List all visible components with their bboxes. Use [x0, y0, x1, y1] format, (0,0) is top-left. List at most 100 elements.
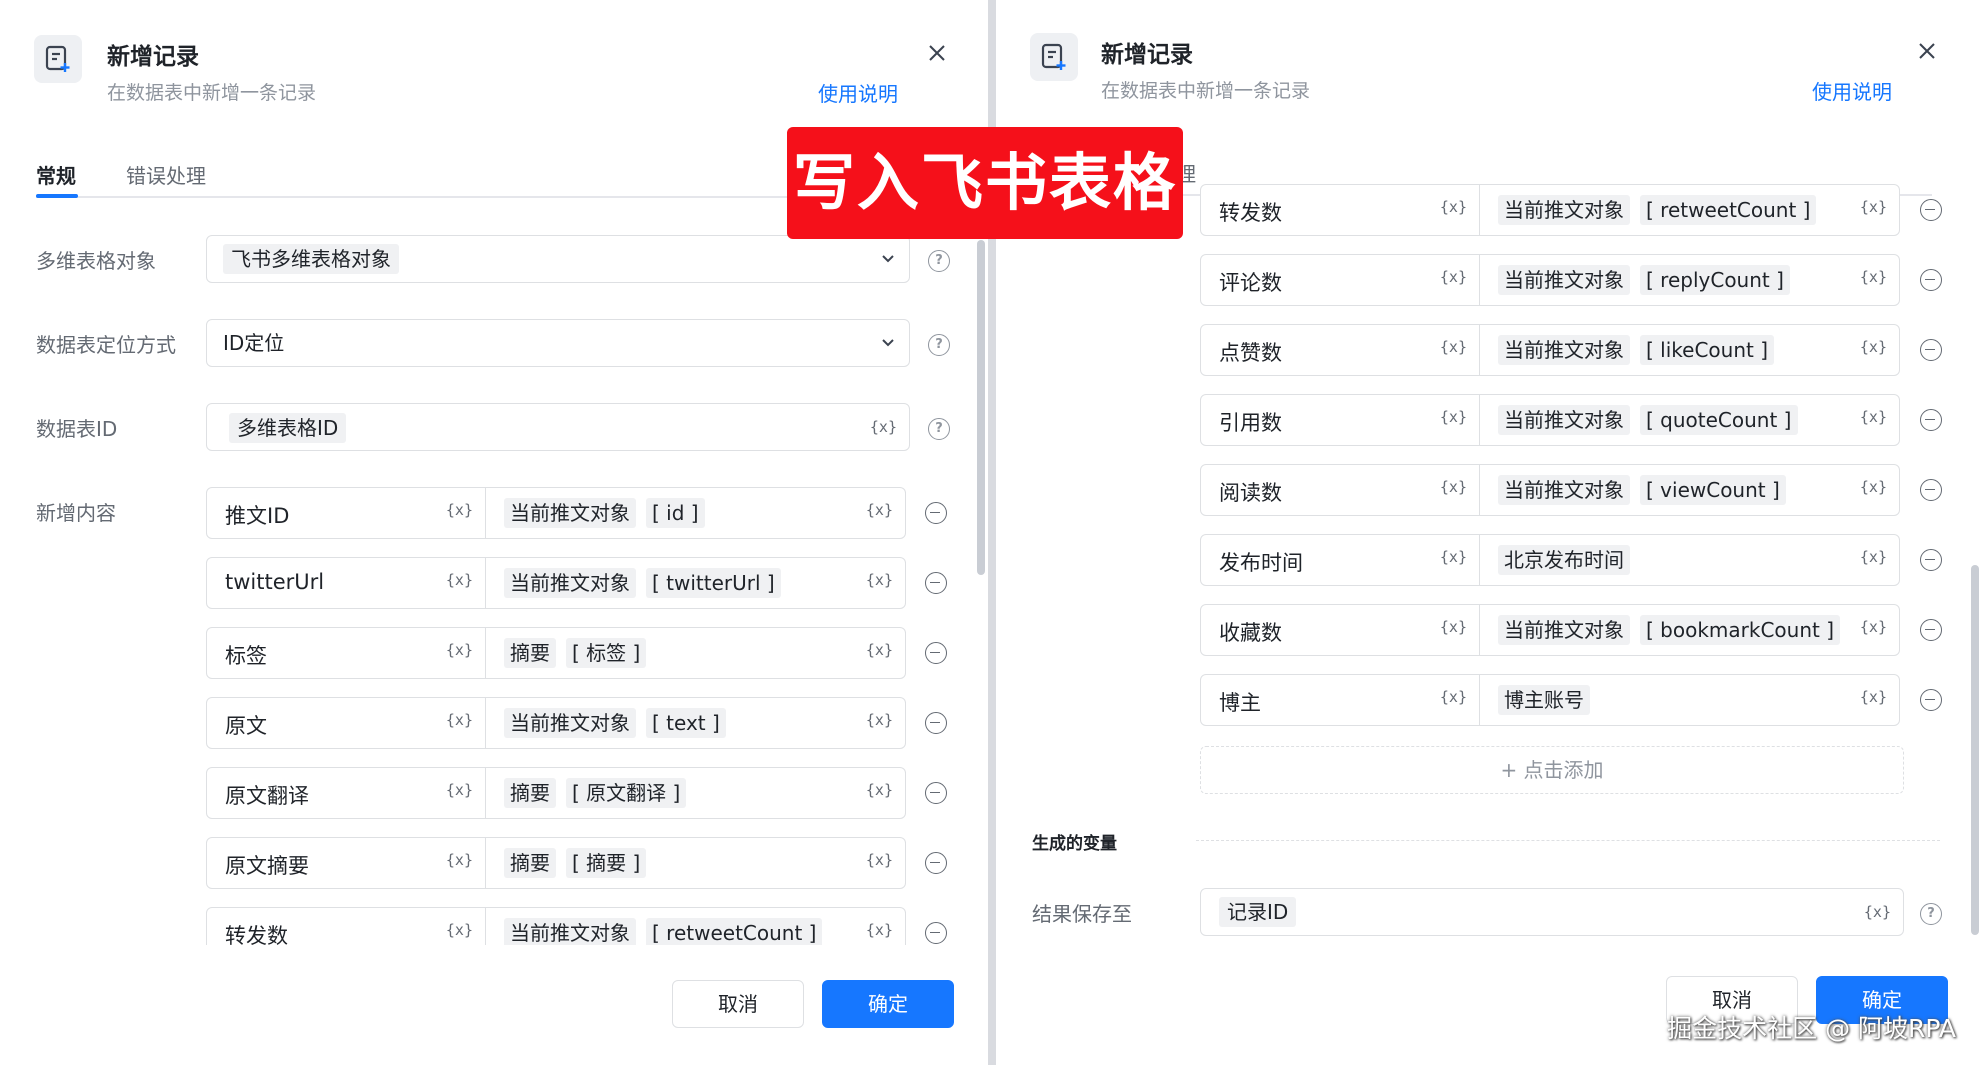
- variable-icon[interactable]: {x}: [1440, 198, 1467, 216]
- help-icon[interactable]: ?: [1920, 903, 1942, 925]
- field-name-input[interactable]: 原文翻译 {x}: [206, 767, 486, 819]
- scrollbar[interactable]: [977, 240, 985, 575]
- table-row: 评论数 {x} 当前推文对象 [ replyCount ] {x}: [1200, 254, 1904, 306]
- field-value-input[interactable]: 当前推文对象 [ viewCount ] {x}: [1480, 464, 1900, 516]
- field-value-input[interactable]: 当前推文对象 [ twitterUrl ] {x}: [486, 557, 906, 609]
- table-row: 原文 {x} 当前推文对象 [ text ] {x}: [206, 697, 910, 749]
- locate-method-select[interactable]: ID定位: [206, 319, 910, 367]
- remove-row-icon[interactable]: [1920, 619, 1942, 641]
- variable-icon[interactable]: {x}: [1440, 688, 1467, 706]
- variable-icon[interactable]: {x}: [446, 711, 473, 729]
- field-value-input[interactable]: 摘要 [ 标签 ] {x}: [486, 627, 906, 679]
- variable-icon[interactable]: {x}: [446, 921, 473, 939]
- variable-icon[interactable]: {x}: [866, 711, 893, 729]
- table-id-label: 数据表ID: [36, 417, 118, 441]
- variable-icon[interactable]: {x}: [1860, 618, 1887, 636]
- variable-icon[interactable]: {x}: [1864, 903, 1891, 921]
- field-value-input[interactable]: 摘要 [ 原文翻译 ] {x}: [486, 767, 906, 819]
- variable-icon[interactable]: {x}: [866, 501, 893, 519]
- variable-icon[interactable]: {x}: [866, 641, 893, 659]
- close-icon[interactable]: [1914, 38, 1940, 64]
- field-name-input[interactable]: 推文ID {x}: [206, 487, 486, 539]
- field-value-input[interactable]: 摘要 [ 摘要 ] {x}: [486, 837, 906, 889]
- remove-row-icon[interactable]: [925, 852, 947, 874]
- remove-row-icon[interactable]: [925, 642, 947, 664]
- variable-icon[interactable]: {x}: [866, 781, 893, 799]
- help-link[interactable]: 使用说明: [818, 78, 898, 107]
- remove-row-icon[interactable]: [1920, 479, 1942, 501]
- field-name-input[interactable]: 标签 {x}: [206, 627, 486, 679]
- tab-error-handling[interactable]: 错误处理: [126, 160, 206, 189]
- variable-icon[interactable]: {x}: [446, 571, 473, 589]
- source-chip: 当前推文对象: [1498, 405, 1630, 435]
- field-name-input[interactable]: 发布时间 {x}: [1200, 534, 1480, 586]
- record-icon: [34, 35, 82, 83]
- variable-icon[interactable]: {x}: [1440, 548, 1467, 566]
- remove-row-icon[interactable]: [925, 572, 947, 594]
- remove-row-icon[interactable]: [925, 712, 947, 734]
- source-chip: 当前推文对象: [504, 918, 636, 948]
- field-name-input[interactable]: 评论数 {x}: [1200, 254, 1480, 306]
- variable-icon[interactable]: {x}: [446, 781, 473, 799]
- remove-row-icon[interactable]: [925, 922, 947, 944]
- remove-row-icon[interactable]: [925, 782, 947, 804]
- remove-row-icon[interactable]: [1920, 689, 1942, 711]
- field-value-input[interactable]: 当前推文对象 [ replyCount ] {x}: [1480, 254, 1900, 306]
- table-object-select[interactable]: 飞书多维表格对象: [206, 235, 910, 283]
- field-name-input[interactable]: 原文摘要 {x}: [206, 837, 486, 889]
- tab-general[interactable]: 常规: [36, 160, 76, 189]
- variable-icon[interactable]: {x}: [1440, 618, 1467, 636]
- variable-icon[interactable]: {x}: [866, 571, 893, 589]
- variable-icon[interactable]: {x}: [866, 921, 893, 939]
- confirm-button[interactable]: 确定: [822, 980, 954, 1028]
- help-icon[interactable]: ?: [928, 418, 950, 440]
- variable-icon[interactable]: {x}: [866, 851, 893, 869]
- field-value-input[interactable]: 当前推文对象 [ bookmarkCount ] {x}: [1480, 604, 1900, 656]
- variable-icon[interactable]: {x}: [1860, 478, 1887, 496]
- field-value-input[interactable]: 当前推文对象 [ likeCount ] {x}: [1480, 324, 1900, 376]
- field-name-input[interactable]: 原文 {x}: [206, 697, 486, 749]
- cancel-button[interactable]: 取消: [672, 980, 804, 1028]
- field-name-input[interactable]: 引用数 {x}: [1200, 394, 1480, 446]
- field-value-input[interactable]: 当前推文对象 [ quoteCount ] {x}: [1480, 394, 1900, 446]
- variable-icon[interactable]: {x}: [1860, 198, 1887, 216]
- remove-row-icon[interactable]: [1920, 409, 1942, 431]
- variable-icon[interactable]: {x}: [1860, 408, 1887, 426]
- field-value-input[interactable]: 博主账号 {x}: [1480, 674, 1900, 726]
- variable-icon[interactable]: {x}: [1440, 268, 1467, 286]
- variable-icon[interactable]: {x}: [1860, 548, 1887, 566]
- variable-icon[interactable]: {x}: [446, 501, 473, 519]
- remove-row-icon[interactable]: [1920, 199, 1942, 221]
- variable-icon[interactable]: {x}: [870, 418, 897, 436]
- help-link[interactable]: 使用说明: [1812, 76, 1892, 105]
- remove-row-icon[interactable]: [925, 502, 947, 524]
- variable-icon[interactable]: {x}: [1860, 268, 1887, 286]
- variable-icon[interactable]: {x}: [1440, 478, 1467, 496]
- help-icon[interactable]: ?: [928, 250, 950, 272]
- table-id-input[interactable]: 多维表格ID {x}: [206, 403, 910, 451]
- field-value-input[interactable]: 当前推文对象 [ retweetCount ] {x}: [1480, 184, 1900, 236]
- field-value-input[interactable]: 当前推文对象 [ id ] {x}: [486, 487, 906, 539]
- variable-icon[interactable]: {x}: [1860, 688, 1887, 706]
- add-row-button[interactable]: + 点击添加: [1200, 746, 1904, 794]
- close-icon[interactable]: [924, 40, 950, 66]
- result-input[interactable]: 记录ID {x}: [1200, 888, 1904, 936]
- field-value-input[interactable]: 当前推文对象 [ text ] {x}: [486, 697, 906, 749]
- remove-row-icon[interactable]: [1920, 339, 1942, 361]
- remove-row-icon[interactable]: [1920, 549, 1942, 571]
- variable-icon[interactable]: {x}: [1440, 408, 1467, 426]
- variable-icon[interactable]: {x}: [1860, 338, 1887, 356]
- field-name-input[interactable]: twitterUrl {x}: [206, 557, 486, 609]
- remove-row-icon[interactable]: [1920, 269, 1942, 291]
- variable-icon[interactable]: {x}: [446, 851, 473, 869]
- field-name-input[interactable]: 收藏数 {x}: [1200, 604, 1480, 656]
- field-name-input[interactable]: 点赞数 {x}: [1200, 324, 1480, 376]
- field-name-input[interactable]: 转发数 {x}: [1200, 184, 1480, 236]
- field-name-input[interactable]: 阅读数 {x}: [1200, 464, 1480, 516]
- help-icon[interactable]: ?: [928, 334, 950, 356]
- scrollbar[interactable]: [1971, 565, 1979, 935]
- field-name-input[interactable]: 博主 {x}: [1200, 674, 1480, 726]
- field-value-input[interactable]: 北京发布时间 {x}: [1480, 534, 1900, 586]
- variable-icon[interactable]: {x}: [1440, 338, 1467, 356]
- variable-icon[interactable]: {x}: [446, 641, 473, 659]
